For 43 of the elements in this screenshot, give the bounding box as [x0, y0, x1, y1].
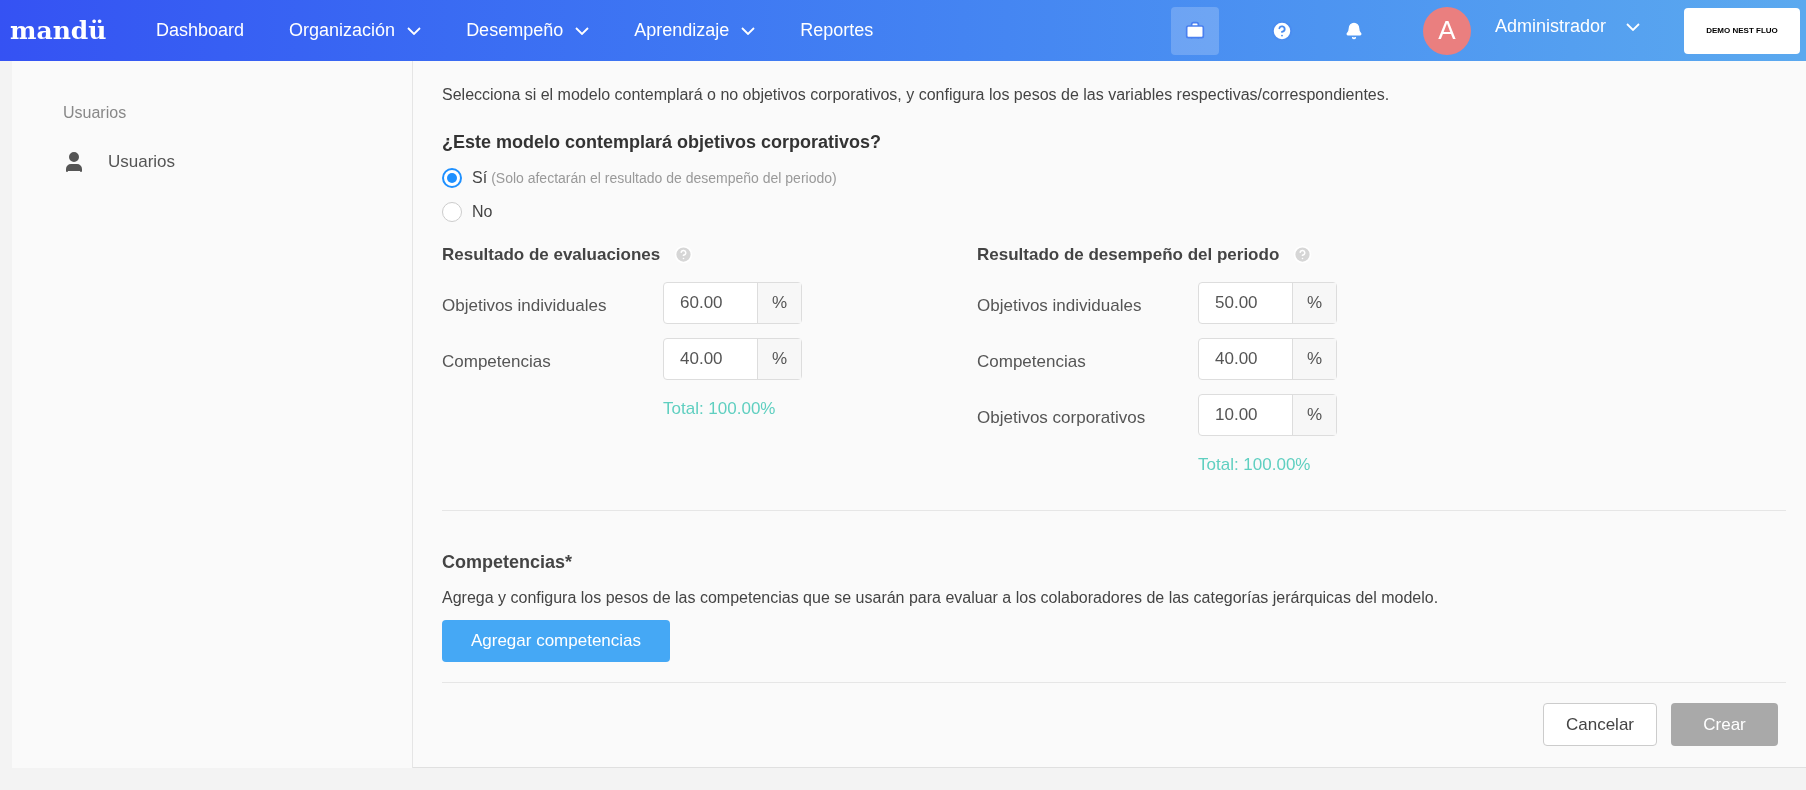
company-logo: DEMO NEST FLUO — [1684, 7, 1800, 54]
field-label: Competencias — [442, 350, 552, 373]
group-title: Resultado de desempeño del periodo — [977, 244, 1280, 266]
nav-menu-item[interactable]: Dashboard — [156, 17, 245, 44]
field-label: Objetivos individuales — [442, 294, 608, 317]
group-title: Resultado de evaluaciones — [442, 244, 661, 266]
total-label: Total: 100.00% — [663, 397, 777, 420]
nav-menu-item[interactable]: Organización — [289, 17, 422, 44]
percentage-input[interactable]: 10.00 % — [1198, 393, 1337, 436]
logo[interactable]: mandü — [10, 11, 156, 50]
question-label: ¿Este modelo contemplará objetivos corporativos? — [442, 131, 883, 154]
sidebar-item[interactable]: Usuarios — [62, 149, 176, 175]
field-label: Objetivos individuales — [977, 294, 1143, 317]
unit-addon: % — [757, 282, 801, 323]
bell-icon[interactable] — [1344, 21, 1363, 40]
section-description: Agrega y configura los pesos de las competencias que se usarán para evaluar a los colaboradores de las categorías jerárquicas del modelo. — [442, 588, 1440, 608]
field-label: Objetivos corporativos — [977, 406, 1147, 429]
percentage-input[interactable]: 40.00 % — [1198, 337, 1337, 380]
percentage-input[interactable]: 50.00 % — [1198, 281, 1337, 324]
unit-addon: % — [757, 338, 801, 379]
section-title: Competencias* — [442, 551, 574, 574]
total-label: Total: 100.00% — [1198, 453, 1312, 476]
percentage-input[interactable]: 40.00 % — [663, 337, 802, 380]
nav-menu-item[interactable]: Desempeño — [466, 17, 590, 44]
config-description: Selecciona si el modelo contemplará o no objetivos corporativos, y configura los pesos de las variables respectivas/correspondientes. — [442, 85, 1391, 105]
radio-button[interactable] — [442, 202, 462, 222]
action-button[interactable]: Cancelar — [1543, 703, 1657, 746]
radio-button[interactable] — [442, 168, 462, 188]
unit-addon: % — [1292, 394, 1336, 435]
help-icon[interactable] — [1270, 19, 1293, 42]
unit-addon: % — [1292, 282, 1336, 323]
briefcase-icon — [1184, 20, 1205, 41]
field-label: Competencias — [977, 350, 1087, 373]
briefcase-button[interactable] — [1170, 6, 1219, 55]
radio-option[interactable]: No — [442, 200, 1786, 224]
user-menu[interactable]: Administrador — [1494, 13, 1640, 40]
radio-option[interactable]: Sí (Solo afectarán el resultado de desempeño del periodo) — [442, 166, 1786, 190]
nav-menu-item[interactable]: Reportes — [800, 17, 874, 44]
chevron-down-icon — [1626, 22, 1640, 31]
unit-addon: % — [1292, 338, 1336, 379]
percentage-input[interactable]: 60.00 % — [663, 281, 802, 324]
sidebar-section-label: Usuarios — [63, 103, 128, 123]
nav-menu-item[interactable]: Aprendizaje — [634, 17, 756, 44]
